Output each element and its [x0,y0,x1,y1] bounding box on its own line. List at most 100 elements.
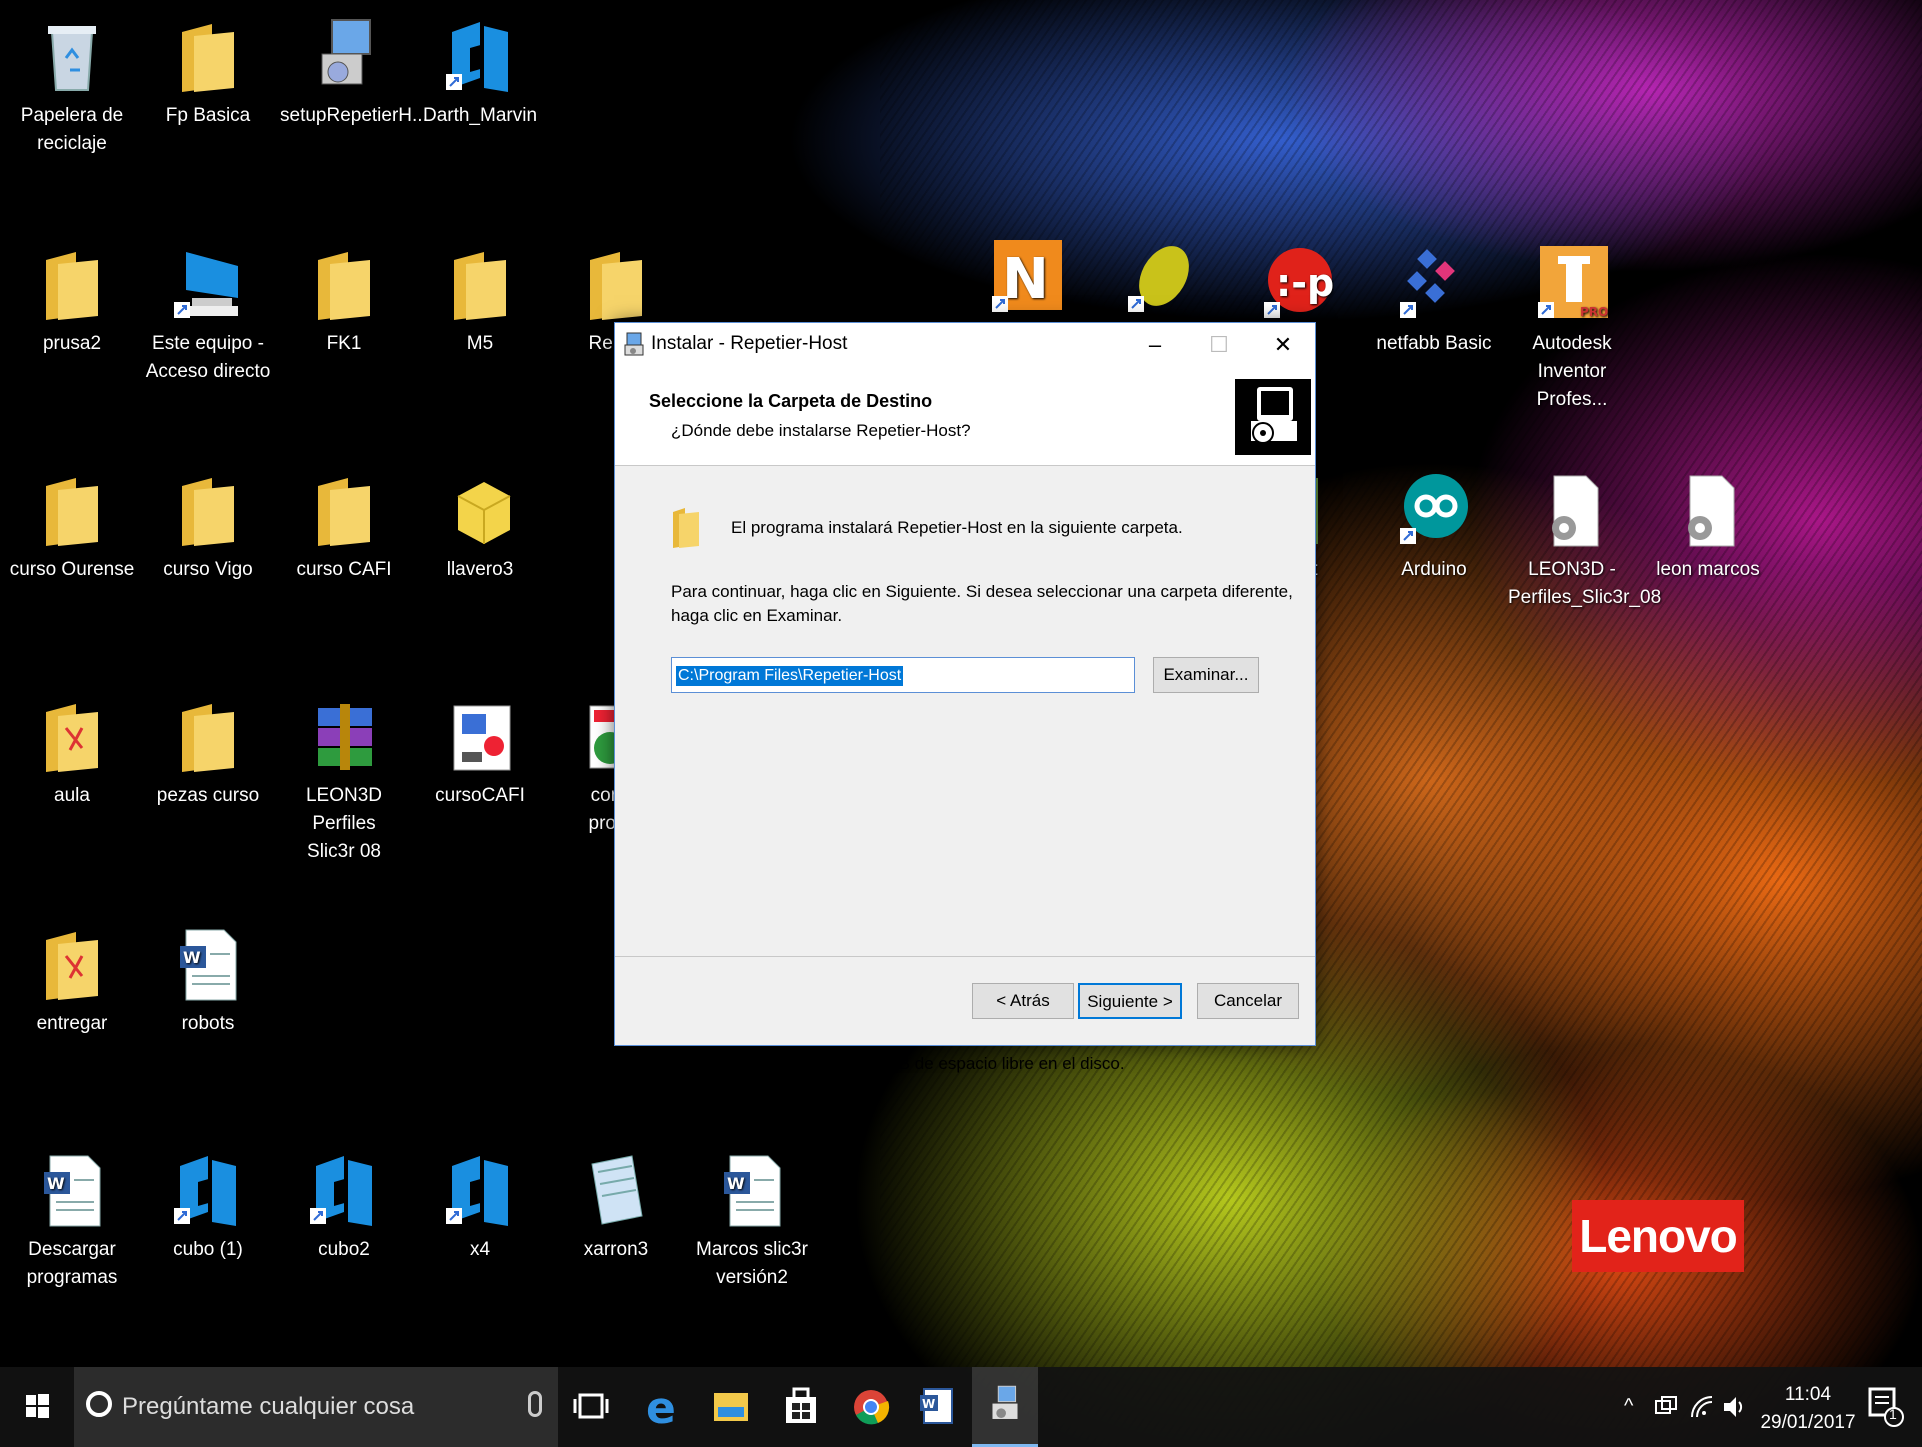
desktop-icon-label: cubo (1) [173,1239,243,1260]
folder-icon [580,246,652,322]
desktop-icon-label: LEON3D - Perfiles_Slic3r_08 [1508,559,1662,608]
dialog-body: El programa instalará Repetier-Host en l… [615,466,1315,1073]
desktop-icon[interactable]: M5 [416,246,544,358]
desktop-icon-label: setupRepetierH... [280,105,428,126]
desktop-icon[interactable]: netfabb Basic [1370,246,1498,358]
edge-icon[interactable]: e [628,1367,694,1447]
desktop-icon[interactable]: PRO Autodesk Inventor Profes... [1508,246,1636,414]
desktop-icon-label: Papelera de reciclaje [20,105,124,154]
desktop-icon[interactable]: Darth_Marvin [416,18,544,130]
info-text: El programa instalará Repetier-Host en l… [731,518,1183,537]
store-icon[interactable] [768,1367,834,1447]
svg-text:W: W [727,1174,745,1193]
svg-text:W: W [47,1174,65,1193]
wifi-icon[interactable] [1688,1393,1716,1421]
desktop-icon-label: Arduino [1401,559,1467,580]
windows-start-icon[interactable] [0,1367,74,1447]
search-box[interactable]: Pregúntame cualquier cosa [74,1367,558,1447]
clock[interactable]: 11:04 29/01/2017 [1748,1381,1868,1437]
app-yellow-icon [1126,240,1198,316]
disk-space-note: Se requieren al menos 20,7 MB de espacio… [671,1054,1125,1073]
desktop-icon[interactable]: Papelera de reciclaje [8,18,136,158]
browse-button[interactable]: Examinar... [1153,657,1259,693]
desktop-icon[interactable] [1098,240,1226,324]
desktop-icon[interactable]: prusa2 [8,246,136,358]
svg-text:N: N [1002,247,1049,312]
desktop-icon[interactable]: cubo (1) [144,1152,272,1264]
desktop-icon-label: M5 [466,333,494,354]
desktop-icon[interactable]: Wrobots [144,926,272,1038]
desktop-icon[interactable]: Fp Basica [144,18,272,130]
installer-icon [308,18,380,94]
desktop-icon[interactable]: aula [8,698,136,810]
desktop-icon[interactable]: x4 [416,1152,544,1264]
desktop-icon[interactable]: curso CAFI [280,472,408,584]
desktop-icon[interactable]: Arduino [1370,472,1498,584]
file-explorer-icon[interactable] [698,1367,764,1447]
destination-path-input[interactable]: C:\Program Files\Repetier-Host [671,657,1135,693]
close-button[interactable]: ✕ [1251,323,1315,367]
folder-pdf-icon [36,926,108,1002]
maximize-button[interactable]: ☐ [1187,323,1251,367]
desktop-icon[interactable]: curso Vigo [144,472,272,584]
setup-repetier-taskbar-icon[interactable] [972,1367,1038,1447]
desktop-icon[interactable]: Este equipo - Acceso directo [144,246,272,386]
desktop-icon[interactable]: W Marcos slic3r versión2 [688,1152,816,1292]
desktop-icon[interactable]: setupRepetierH... [280,18,428,130]
dialog-title: Instalar - Repetier-Host [651,333,848,354]
dialog-footer: < Atrás Siguiente > Cancelar [615,956,1315,1045]
recycle-bin-icon [36,18,108,94]
next-button[interactable]: Siguiente > [1078,983,1182,1019]
desktop-icon-label: FK1 [326,333,362,354]
desktop-icon[interactable]: entregar [8,926,136,1038]
network-icon[interactable] [1652,1393,1680,1421]
shortcut-blue-icon [172,1152,244,1228]
desktop-icon-label: Este equipo - Acceso directo [145,333,271,382]
desktop-icon[interactable]: LEON3D Perfiles Slic3r 08 [280,698,408,866]
winrar-icon [308,698,380,774]
desktop-icon-label: netfabb Basic [1376,333,1492,354]
dialog-titlebar[interactable]: Instalar - Repetier-Host – ☐ ✕ [615,323,1315,367]
back-button[interactable]: < Atrás [972,983,1074,1019]
word-doc-icon: W [716,1152,788,1228]
folder-icon [172,472,244,548]
clock-time: 11:04 [1784,1384,1832,1405]
folder-icon [36,246,108,322]
cancel-button[interactable]: Cancelar [1197,983,1299,1019]
desktop-icon[interactable]: cursoCAFI [416,698,544,810]
desktop-icon[interactable]: cubo2 [280,1152,408,1264]
chrome-icon[interactable] [838,1367,904,1447]
desktop-icon[interactable]: xarron3 [552,1152,680,1264]
desktop-icon[interactable]: leon marcos [1644,472,1772,584]
microphone-icon[interactable] [528,1391,542,1417]
desktop-icon[interactable]: pezas curso [144,698,272,810]
task-view-icon[interactable] [558,1367,624,1447]
svg-text:W: W [922,1397,935,1411]
desktop-icon[interactable]: LEON3D - Perfiles_Slic3r_08 [1508,472,1662,612]
desktop-icon[interactable]: curso Ourense [8,472,136,584]
svg-text:PRO: PRO [1580,305,1608,319]
volume-icon[interactable] [1720,1393,1748,1421]
word-icon[interactable]: W [904,1367,970,1447]
folder-icon [673,508,699,548]
svg-text:W: W [183,948,201,967]
minimize-button[interactable]: – [1123,323,1187,367]
action-center-icon[interactable] [1866,1385,1906,1429]
desktop-icon[interactable]: FK1 [280,246,408,358]
desktop-icon-label: LEON3D Perfiles Slic3r 08 [305,785,383,862]
desktop-icon[interactable]: W Descargar programas [8,1152,136,1292]
tray-chevron-icon[interactable]: ^ [1624,1395,1633,1418]
desktop-icon-label: llavero3 [446,559,514,580]
desktop-icon-label: cubo2 [318,1239,370,1260]
setup-computer-icon [1235,379,1311,455]
gear-file-icon [1536,472,1608,548]
desktop-icon[interactable]: llavero3 [416,472,544,584]
desktop-icon-label: robots [181,1013,235,1034]
desktop-icon-label: aula [54,785,90,806]
desktop-icon[interactable]: N [962,240,1090,324]
installer-dialog: Instalar - Repetier-Host – ☐ ✕ Seleccion… [614,322,1316,1073]
desktop-icon-label: curso CAFI [296,559,392,580]
desktop-icon-label: Marcos slic3r versión2 [696,1239,808,1288]
word-doc-icon: W [36,1152,108,1228]
folder-icon [308,246,380,322]
